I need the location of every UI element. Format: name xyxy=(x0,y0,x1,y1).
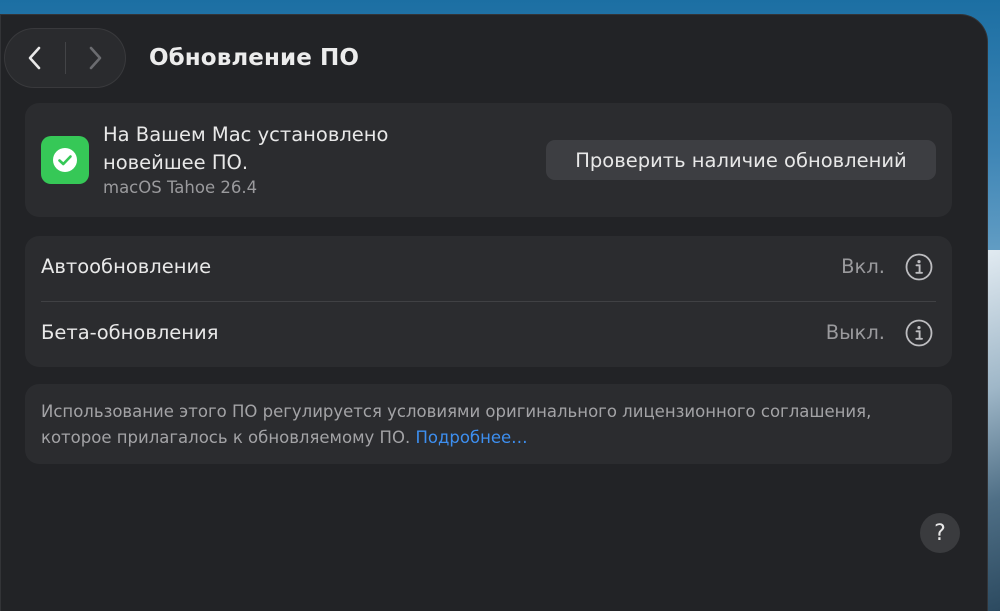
status-title-line1: На Вашем Mac установлено xyxy=(103,123,389,146)
learn-more-link[interactable]: Подробнее… xyxy=(415,428,527,447)
auto-update-row: Автообновление Вкл. xyxy=(25,236,952,302)
forward-button[interactable] xyxy=(65,28,125,88)
update-settings-card: Автообновление Вкл. Бета-обновления Выкл… xyxy=(25,236,952,367)
beta-updates-label: Бета-обновления xyxy=(41,321,219,344)
help-button[interactable]: ? xyxy=(920,513,960,553)
checkmark-icon xyxy=(53,148,77,172)
license-text: Использование этого ПО регулируется усло… xyxy=(41,399,941,451)
page-title: Обновление ПО xyxy=(149,45,360,71)
chevron-right-icon xyxy=(89,46,102,70)
back-button[interactable] xyxy=(5,28,65,88)
beta-updates-info-icon[interactable] xyxy=(905,319,933,347)
status-title-line2: новейшее ПО. xyxy=(103,151,249,174)
os-version: macOS Tahoe 26.4 xyxy=(103,178,258,197)
status-badge xyxy=(41,136,89,184)
beta-updates-value: Выкл. xyxy=(825,321,885,344)
check-for-updates-button[interactable]: Проверить наличие обновлений xyxy=(546,140,936,180)
auto-update-label: Автообновление xyxy=(41,255,212,278)
status-text: На Вашем Mac установлено новейшее ПО. ma… xyxy=(103,121,483,199)
auto-update-info-icon[interactable] xyxy=(905,253,933,281)
navigation-buttons xyxy=(4,28,126,88)
license-card: Использование этого ПО регулируется усло… xyxy=(25,384,952,464)
update-status-card: На Вашем Mac установлено новейшее ПО. ma… xyxy=(25,103,952,217)
chevron-left-icon xyxy=(28,46,41,70)
auto-update-value: Вкл. xyxy=(841,255,885,278)
beta-updates-row: Бета-обновления Выкл. xyxy=(25,302,952,367)
settings-window: Обновление ПО На Вашем Mac установлено н… xyxy=(0,14,988,611)
